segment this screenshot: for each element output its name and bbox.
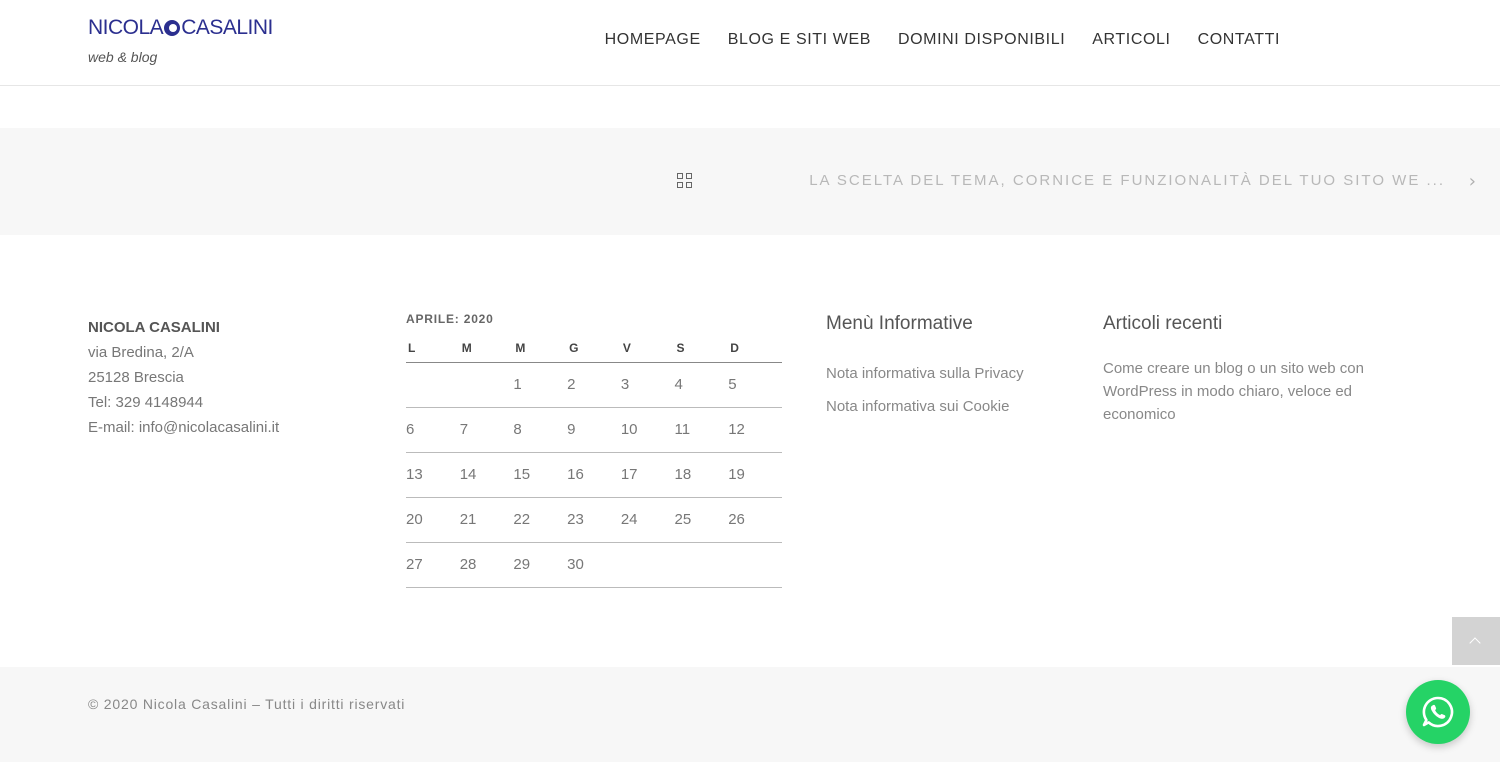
widget-title-recent-posts: Articoli recenti xyxy=(1103,313,1223,334)
calendar-day: 6 xyxy=(406,407,460,453)
calendar-day: 11 xyxy=(674,407,729,453)
main-nav: HOMEPAGE BLOG E SITI WEB DOMINI DISPONIB… xyxy=(605,31,1280,49)
logo-wordmark: NICOLA CASALINI xyxy=(88,16,273,40)
calendar-week-row: 20 21 22 23 24 25 26 xyxy=(406,497,782,543)
contact-city: 25128 Brescia xyxy=(88,369,184,386)
calendar-week-row: 1 2 3 4 5 xyxy=(406,362,782,408)
contact-email-label: E-mail: xyxy=(88,419,139,436)
calendar-day: 10 xyxy=(620,407,675,453)
calendar-day: 22 xyxy=(513,497,568,543)
weekday-header: S xyxy=(674,334,729,363)
calendar-day: 4 xyxy=(674,362,729,408)
calendar-day xyxy=(459,362,514,408)
weekday-header: M xyxy=(459,334,514,363)
calendar-day xyxy=(728,542,782,588)
calendar-caption: APRILE: 2020 xyxy=(406,312,494,326)
contact-phone: Tel: 329 4148944 xyxy=(88,394,204,411)
calendar-day: 28 xyxy=(459,542,514,588)
scroll-to-top-button[interactable] xyxy=(1452,617,1500,665)
privacy-policy-link[interactable]: Nota informativa sulla Privacy xyxy=(826,357,1024,390)
logo-mark-icon xyxy=(164,20,181,36)
weekday-header: L xyxy=(406,334,460,363)
calendar-day: 27 xyxy=(406,542,460,588)
calendar-day: 26 xyxy=(728,497,782,543)
site-logo[interactable]: NICOLA CASALINI web & blog xyxy=(88,16,273,65)
calendar-day: 3 xyxy=(620,362,675,408)
contact-email-link[interactable]: info@nicolacasalini.it xyxy=(139,419,279,436)
calendar-day: 13 xyxy=(406,452,460,498)
logo-text-right: CASALINI xyxy=(181,16,273,39)
nav-item-blog-e-siti-web[interactable]: BLOG E SITI WEB xyxy=(728,31,871,49)
contact-email-line: E-mail: info@nicolacasalini.it xyxy=(88,415,279,440)
grid-icon[interactable] xyxy=(677,173,692,188)
logo-tagline: web & blog xyxy=(88,49,158,65)
contact-street: via Bredina, 2/A xyxy=(88,344,194,361)
recent-post-link[interactable]: Come creare un blog o un sito web con Wo… xyxy=(1103,357,1423,426)
next-post-link[interactable]: LA SCELTA DEL TEMA, CORNICE E FUNZIONALI… xyxy=(809,172,1445,189)
footer-bar: © 2020 Nicola Casalini – Tutti i diritti… xyxy=(0,667,1500,762)
nav-item-articoli[interactable]: ARTICOLI xyxy=(1092,31,1170,49)
widget-title-menu-informative: Menù Informative xyxy=(826,313,973,334)
calendar-day: 14 xyxy=(459,452,514,498)
calendar-day: 24 xyxy=(620,497,675,543)
calendar-day: 2 xyxy=(567,362,621,408)
menu-informative-widget: Menù Informative Nota informativa sulla … xyxy=(826,313,1024,423)
calendar-day: 1 xyxy=(513,362,568,408)
weekday-header: V xyxy=(620,334,675,363)
weekday-header: M xyxy=(513,334,568,363)
calendar-day: 16 xyxy=(567,452,621,498)
calendar-day: 23 xyxy=(567,497,621,543)
calendar-weekday-row: L M M G V S D xyxy=(406,334,782,363)
nav-item-homepage[interactable]: HOMEPAGE xyxy=(605,31,701,49)
calendar-day: 12 xyxy=(728,407,782,453)
calendar-day: 20 xyxy=(406,497,460,543)
weekday-header: D xyxy=(728,334,782,363)
recent-posts-widget: Articoli recenti Come creare un blog o u… xyxy=(1103,313,1423,426)
calendar-day: 8 xyxy=(513,407,568,453)
contact-widget: NICOLA CASALINI via Bredina, 2/A 25128 B… xyxy=(88,315,279,440)
calendar-day: 18 xyxy=(674,452,729,498)
whatsapp-button[interactable] xyxy=(1406,680,1470,744)
chevron-right-icon[interactable]: › xyxy=(1469,171,1476,192)
calendar-day xyxy=(620,542,675,588)
copyright-text: © 2020 Nicola Casalini – Tutti i diritti… xyxy=(88,696,406,712)
calendar-day: 15 xyxy=(513,452,568,498)
calendar-day: 25 xyxy=(674,497,729,543)
cookie-policy-link[interactable]: Nota informativa sui Cookie xyxy=(826,390,1024,423)
calendar-day: 5 xyxy=(728,362,782,408)
calendar-day: 7 xyxy=(459,407,514,453)
calendar-widget: APRILE: 2020 L M M G V S D 1 2 3 4 5 6 7… xyxy=(406,312,782,588)
calendar-week-row: 13 14 15 16 17 18 19 xyxy=(406,452,782,498)
nav-item-domini-disponibili[interactable]: DOMINI DISPONIBILI xyxy=(898,31,1065,49)
calendar-day xyxy=(406,362,460,408)
nav-item-contatti[interactable]: CONTATTI xyxy=(1198,31,1280,49)
calendar-day: 21 xyxy=(459,497,514,543)
calendar-table: L M M G V S D 1 2 3 4 5 6 7 8 9 10 11 12… xyxy=(406,334,782,588)
weekday-header: G xyxy=(567,334,621,363)
post-navigation: LA SCELTA DEL TEMA, CORNICE E FUNZIONALI… xyxy=(0,128,1500,235)
calendar-week-row: 6 7 8 9 10 11 12 xyxy=(406,407,782,453)
calendar-week-row: 27 28 29 30 xyxy=(406,542,782,588)
calendar-day: 17 xyxy=(620,452,675,498)
logo-text-left: NICOLA xyxy=(88,16,164,39)
calendar-day: 30 xyxy=(567,542,621,588)
site-header: NICOLA CASALINI web & blog HOMEPAGE BLOG … xyxy=(0,0,1500,86)
contact-name: NICOLA CASALINI xyxy=(88,319,220,336)
whatsapp-icon xyxy=(1422,696,1454,728)
calendar-day: 9 xyxy=(567,407,621,453)
calendar-day: 29 xyxy=(513,542,568,588)
calendar-day: 19 xyxy=(728,452,782,498)
calendar-day xyxy=(674,542,729,588)
